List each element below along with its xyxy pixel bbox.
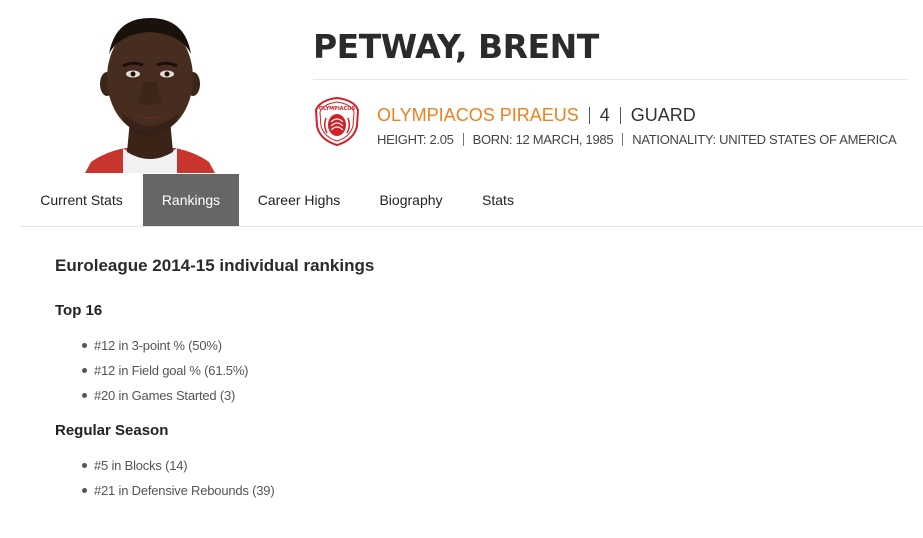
- list-item: #5 in Blocks (14): [82, 453, 274, 478]
- rankings-title: Euroleague 2014-15 individual rankings: [55, 256, 375, 275]
- ranking-text: #12 in 3-point % (50%): [94, 338, 222, 353]
- player-info: HEIGHT: 2.05 BORN: 12 MARCH, 1985 NATION…: [377, 131, 897, 147]
- ranking-text: #20 in Games Started (3): [94, 388, 236, 403]
- club-line: OLYMPIACOS PIRAEUS 4 GUARD: [377, 104, 696, 126]
- jersey-number: 4: [599, 104, 610, 125]
- ranking-text: #12 in Field goal % (61.5%): [94, 363, 249, 378]
- player-photo: [85, 12, 215, 173]
- list-item: #12 in Field goal % (61.5%): [82, 358, 249, 383]
- list-item: #12 in 3-point % (50%): [82, 333, 248, 358]
- player-height: HEIGHT: 2.05: [377, 131, 454, 147]
- separator: [462, 132, 464, 146]
- logo-text: OLYMPIACOS: [319, 106, 356, 112]
- olympiacos-logo-icon: OLYMPIACOS: [314, 96, 360, 147]
- list-item: #20 in Games Started (3): [82, 383, 248, 408]
- separator: [619, 106, 621, 124]
- club-name-link[interactable]: OLYMPIACOS PIRAEUS: [377, 105, 579, 126]
- bullet-icon: [82, 488, 87, 493]
- player-name: PETWAY, BRENT: [313, 27, 599, 66]
- player-position: GUARD: [630, 104, 696, 125]
- tab-stats[interactable]: Stats: [463, 174, 533, 226]
- rankings-list-regular-season: #5 in Blocks (14) #21 in Defensive Rebou…: [82, 453, 275, 503]
- separator: [588, 106, 590, 124]
- bullet-icon: [82, 368, 87, 373]
- tab-career-highs[interactable]: Career Highs: [239, 174, 359, 226]
- player-nationality: NATIONALITY: UNITED STATES OF AMERICA: [632, 131, 897, 147]
- ranking-text: #21 in Defensive Rebounds (39): [94, 483, 275, 498]
- profile-tabs: Current Stats Rankings Career Highs Biog…: [20, 174, 923, 227]
- ranking-text: #5 in Blocks (14): [94, 458, 188, 473]
- section-title-top-16: Top 16: [55, 302, 103, 319]
- tab-current-stats[interactable]: Current Stats: [20, 174, 143, 226]
- bullet-icon: [82, 393, 87, 398]
- list-item: #21 in Defensive Rebounds (39): [82, 478, 275, 503]
- separator: [622, 132, 624, 146]
- player-born: BORN: 12 MARCH, 1985: [472, 131, 614, 147]
- divider: [313, 79, 907, 80]
- rankings-list-top-16: #12 in 3-point % (50%) #12 in Field goal…: [82, 333, 249, 408]
- bullet-icon: [82, 343, 87, 348]
- section-title-regular-season: Regular Season: [55, 422, 169, 439]
- tab-rankings[interactable]: Rankings: [143, 174, 239, 226]
- tab-biography[interactable]: Biography: [359, 174, 463, 226]
- bullet-icon: [82, 463, 87, 468]
